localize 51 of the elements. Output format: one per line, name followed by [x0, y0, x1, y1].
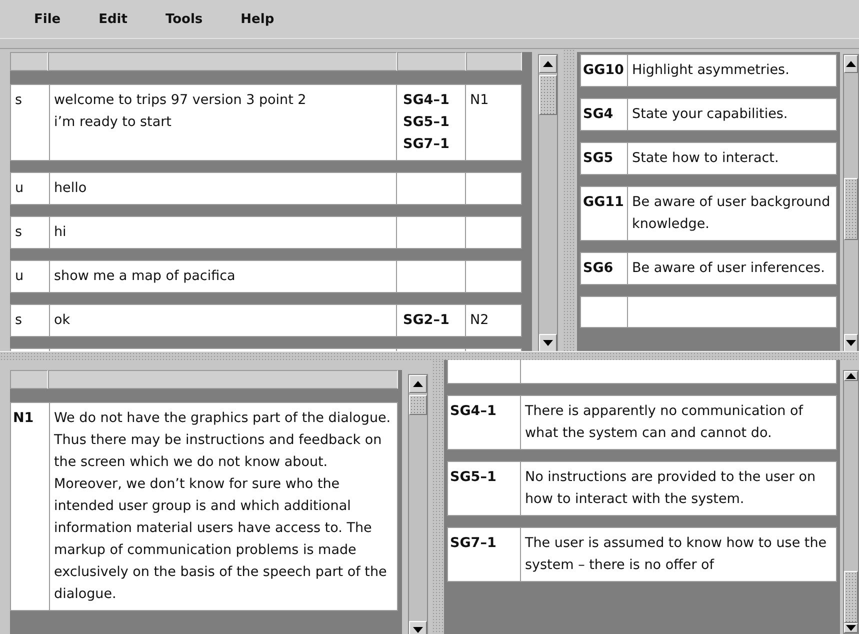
speaker-cell-text: s — [14, 91, 24, 110]
utterance-cell: hello — [49, 173, 396, 204]
code-cell-text: N1 — [12, 409, 35, 428]
table-row[interactable]: s welcome to trips 97 version 3 point 2 i’m ready to start SG4–1 SG5–1 SG7–1 N1 — [10, 84, 522, 161]
table-row[interactable]: GG10 Highlight asymmetries. — [580, 54, 838, 87]
utterance-cell: welcome to trips 97 version 3 point 2 i’m ready to start — [49, 85, 396, 160]
table-row[interactable]: SG4–1 There is apparently no communication of what the system can and cannot do. — [447, 395, 838, 450]
code-cell-text: SG6 — [582, 259, 614, 278]
code-cell-text: GG10 — [582, 61, 625, 80]
table-cell: State how to interact. — [627, 143, 836, 174]
code-cell-text: SG7–1 — [449, 534, 498, 553]
utterance-cell: ok — [49, 305, 396, 336]
table-cell: The user is assumed to know how to use the system – there is no offer of — [520, 528, 836, 581]
note-code: N2 — [470, 312, 489, 328]
table-row[interactable]: GG11 Be aware of user background knowledge. — [580, 186, 838, 241]
table-row[interactable]: u show me a map of pacifica — [10, 260, 522, 293]
table-row[interactable]: SG4 State your capabilities. — [580, 98, 838, 131]
speaker-cell-text: u — [14, 267, 25, 286]
menu-item[interactable]: Tools — [161, 10, 207, 28]
table-row[interactable]: SG5–1 No instructions are provided to the user on how to interact with the system. — [447, 461, 838, 516]
code-cell-text: SG5–1 — [449, 468, 498, 487]
table-cell: We do not have the graphics part of the dialogue. Thus there may be instructions and feedback on the screen which we do not know about. Moreover, we don’t know for sure who the intended user group is and which additional information material users have access to. The markup of communication problems is made exclusively on the basis of the speech part of the dialogue. — [49, 403, 397, 610]
code-cell-text: SG4–1 — [449, 402, 498, 421]
problem-code: SG7–1 — [402, 135, 450, 154]
speaker-cell-text: s — [14, 311, 24, 330]
code-cell-text: GG11 — [582, 193, 625, 212]
table-row[interactable]: s hi — [10, 216, 522, 249]
code-cell-text: SG4 — [582, 105, 614, 124]
table-row[interactable]: u hello — [10, 172, 522, 205]
table-row[interactable]: SG6 Be aware of user inferences. — [580, 252, 838, 285]
table-cell: There is apparently no communication of what the system can and cannot do. — [520, 396, 836, 449]
table-row[interactable]: SG7–1 The user is assumed to know how to use the system – there is no offer of — [447, 527, 838, 582]
table-cell: No instructions are provided to the user on how to interact with the system. — [520, 462, 836, 515]
table-cell: Be aware of user inferences. — [627, 253, 836, 284]
table-cell: Highlight asymmetries. — [627, 55, 836, 86]
menu-item[interactable]: Edit — [94, 10, 132, 28]
table-cell: State your capabilities. — [627, 99, 836, 130]
speaker-cell-text: s — [14, 223, 24, 242]
problem-code: SG2–1 — [402, 311, 450, 330]
menu-item[interactable]: File — [30, 10, 65, 28]
problem-code: SG4–1 — [402, 91, 450, 110]
utterance-cell: hi — [49, 217, 396, 248]
menu-item[interactable]: Help — [236, 10, 278, 28]
table-row[interactable]: s ok SG2–1 N2 — [10, 304, 522, 337]
speaker-cell-text: u — [14, 179, 25, 198]
utterance-cell: show me a map of pacifica — [49, 261, 396, 292]
table-row[interactable]: SG5 State how to interact. — [580, 142, 838, 175]
table-cell: Be aware of user background knowledge. — [627, 187, 836, 240]
problem-code: SG5–1 — [402, 113, 450, 132]
note-code: N1 — [470, 92, 489, 108]
code-cell-text: SG5 — [582, 149, 614, 168]
